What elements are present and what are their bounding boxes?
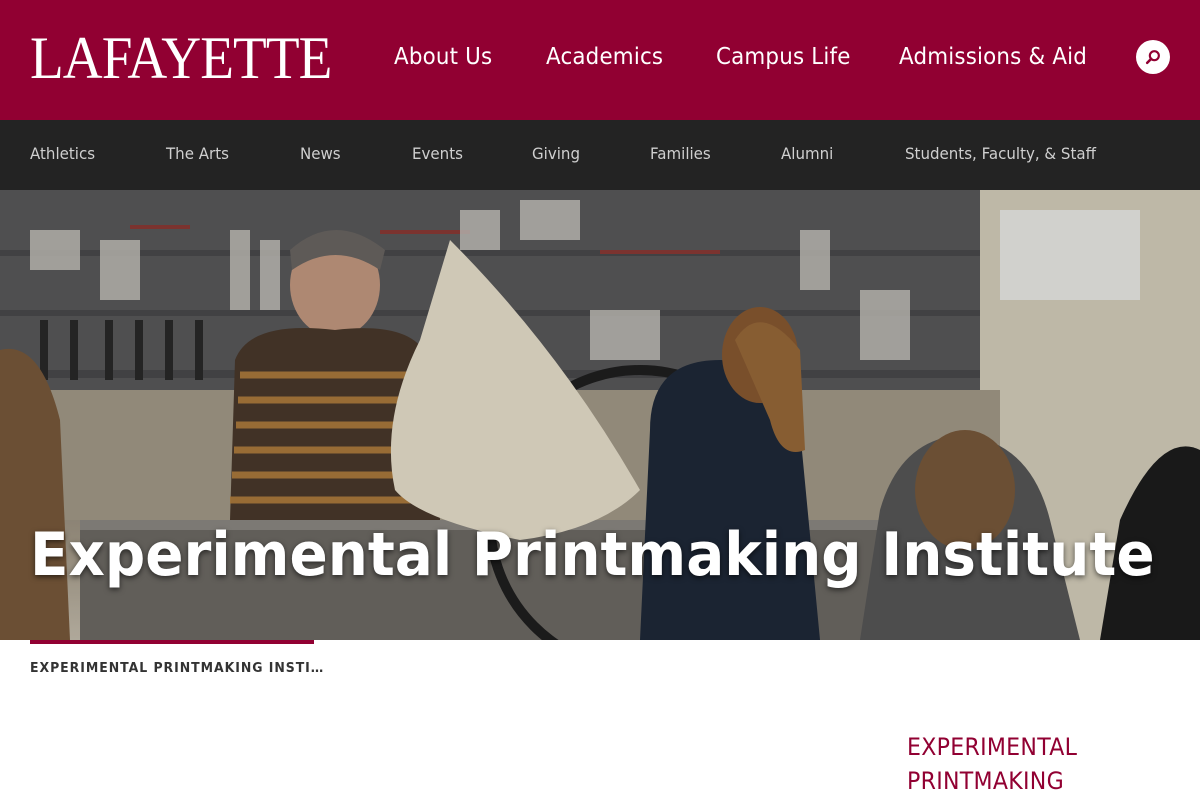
subnav-families[interactable]: Families — [650, 144, 711, 164]
subnav-students-faculty-staff[interactable]: Students, Faculty, & Staff — [905, 144, 1096, 164]
nav-admissions-aid[interactable]: Admissions & Aid — [899, 42, 1087, 72]
hero-banner: Experimental Printmaking Institute — [0, 190, 1200, 640]
subnav-athletics[interactable]: Athletics — [30, 144, 95, 164]
subnav-the-arts[interactable]: The Arts — [166, 144, 229, 164]
nav-about-us[interactable]: About Us — [394, 42, 492, 72]
subnav-alumni[interactable]: Alumni — [781, 144, 833, 164]
subnav-events[interactable]: Events — [412, 144, 463, 164]
sidebar-heading-line2: PRINTMAKING — [907, 767, 1064, 795]
site-logo[interactable]: LAFAYETTE — [30, 26, 332, 90]
sidebar-heading: EXPERIMENTAL PRINTMAKING — [907, 730, 1146, 798]
search-icon — [1145, 50, 1160, 65]
subnav-news[interactable]: News — [300, 144, 341, 164]
search-button[interactable] — [1136, 40, 1170, 74]
sidebar-heading-line1: EXPERIMENTAL — [907, 733, 1078, 761]
site-header: LAFAYETTE About Us Academics Campus Life… — [0, 0, 1200, 120]
secondary-nav: Athletics The Arts News Events Giving Fa… — [0, 120, 1200, 190]
subnav-giving[interactable]: Giving — [532, 144, 580, 164]
nav-campus-life[interactable]: Campus Life — [716, 42, 851, 72]
breadcrumb[interactable]: EXPERIMENTAL PRINTMAKING INSTI… — [30, 661, 324, 676]
page-title: Experimental Printmaking Institute — [30, 520, 1155, 590]
nav-academics[interactable]: Academics — [546, 42, 663, 72]
breadcrumb-accent-bar — [30, 640, 314, 644]
